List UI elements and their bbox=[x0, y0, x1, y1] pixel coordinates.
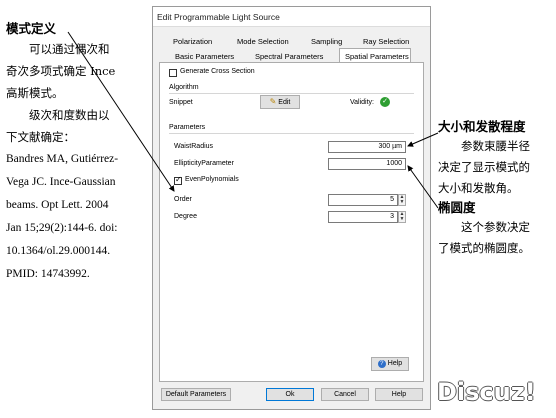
arrow-to-waist-radius bbox=[407, 132, 439, 147]
arrow-to-even-polynomials bbox=[67, 31, 175, 192]
arrow-to-ellipticity bbox=[407, 165, 439, 209]
watermark-logo: Discuz! bbox=[437, 378, 536, 406]
callout-arrows bbox=[67, 31, 439, 209]
